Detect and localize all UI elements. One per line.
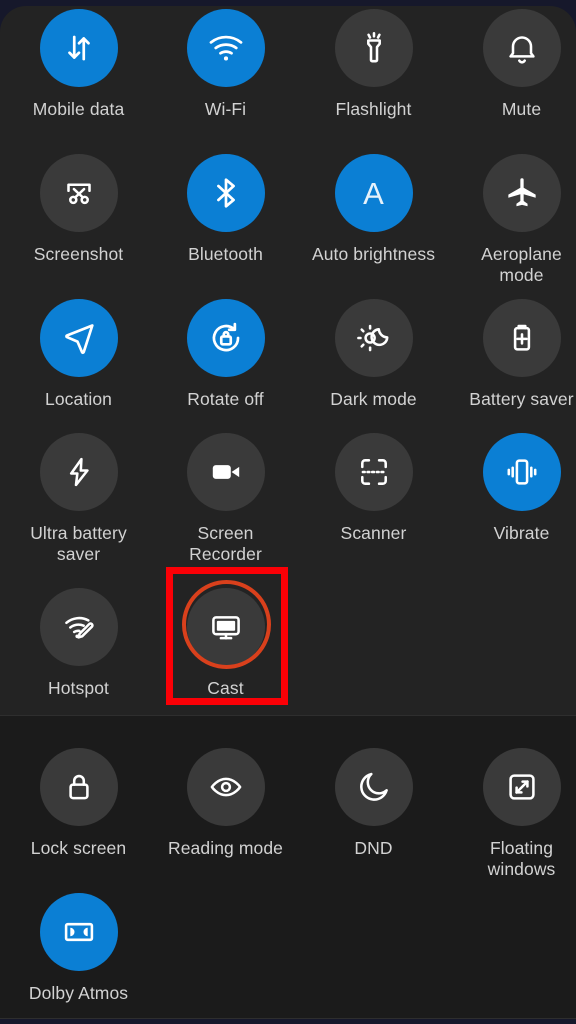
quick-tile-scanner[interactable]: Scanner	[300, 433, 447, 544]
panel-bottom-divider	[0, 1018, 576, 1019]
quick-tile-label: Dolby Atmos	[28, 983, 129, 1003]
quick-tile-label: Ultra battery saver	[30, 523, 127, 564]
quick-tile-screen-recorder[interactable]: Screen Recorder	[152, 433, 299, 565]
quick-tile-reading-mode[interactable]: Reading mode	[152, 748, 299, 859]
quick-tile-battery-saver[interactable]: Battery saver	[448, 299, 576, 410]
moon-icon[interactable]	[334, 748, 413, 826]
quick-tile-flashlight[interactable]: Flashlight	[300, 9, 447, 120]
quick-tile-label: Bluetooth	[188, 244, 263, 264]
dark-mode-icon[interactable]	[334, 299, 413, 377]
airplane-icon[interactable]	[482, 154, 561, 232]
quick-settings-screen: Mobile data Wi-Fi Flashlight Mute Screenshot…	[0, 0, 576, 1024]
quick-tile-dark-mode[interactable]: Dark mode	[300, 299, 447, 410]
quick-tile-label: Location	[45, 389, 112, 409]
quick-settings-panel-secondary: Lock screen Reading mode DND Floating windo…	[0, 715, 576, 1018]
quick-tile-location[interactable]: Location	[5, 299, 152, 410]
mobile-data-icon[interactable]	[39, 9, 118, 87]
flashlight-icon[interactable]	[334, 9, 413, 87]
quick-tile-mobile-data[interactable]: Mobile data	[5, 9, 152, 120]
quick-tile-label: Mobile data	[32, 99, 125, 119]
vibrate-icon[interactable]	[482, 433, 561, 511]
quick-tile-label: Floating windows	[487, 838, 556, 879]
lock-icon[interactable]	[39, 748, 118, 826]
quick-settings-panel-primary: Mobile data Wi-Fi Flashlight Mute Screenshot…	[0, 6, 576, 715]
quick-tile-bluetooth[interactable]: Bluetooth	[152, 154, 299, 265]
quick-tile-label: Mute	[501, 99, 542, 119]
quick-tile-label: Hotspot	[47, 678, 109, 698]
battery-plus-icon[interactable]	[482, 299, 561, 377]
quick-tile-label: Screen Recorder	[189, 523, 262, 564]
quick-tile-label: Aeroplane mode	[481, 244, 562, 285]
quick-tile-label: Reading mode	[167, 838, 284, 858]
quick-tile-dnd[interactable]: DND	[300, 748, 447, 859]
quick-tile-label: Cast	[207, 678, 244, 698]
video-camera-icon[interactable]	[186, 433, 265, 511]
cast-screen-icon[interactable]	[186, 588, 265, 666]
quick-tile-label: Lock screen	[30, 838, 127, 858]
quick-tile-rotate-off[interactable]: Rotate off	[152, 299, 299, 410]
quick-tile-ultra-battery-saver[interactable]: Ultra battery saver	[5, 433, 152, 565]
quick-tile-label: Vibrate	[493, 523, 550, 543]
quick-tile-dolby-atmos[interactable]: Dolby Atmos	[5, 893, 152, 1004]
quick-tile-label: DND	[354, 838, 393, 858]
floating-windows-icon[interactable]	[482, 748, 561, 826]
quick-tile-label: Wi-Fi	[204, 99, 247, 119]
dolby-atmos-icon[interactable]	[39, 893, 118, 971]
screenshot-icon[interactable]	[39, 154, 118, 232]
bolt-icon[interactable]	[39, 433, 118, 511]
quick-tile-aeroplane-mode[interactable]: Aeroplane mode	[448, 154, 576, 286]
quick-tile-label: Battery saver	[469, 389, 574, 409]
quick-tile-label: Auto brightness	[311, 244, 436, 264]
quick-tile-screenshot[interactable]: Screenshot	[5, 154, 152, 265]
rotate-lock-icon[interactable]	[186, 299, 265, 377]
quick-tile-label: Scanner	[340, 523, 407, 543]
wifi-icon[interactable]	[186, 9, 265, 87]
location-arrow-icon[interactable]	[39, 299, 118, 377]
quick-tile-label: Flashlight	[335, 99, 412, 119]
quick-tile-auto-brightness[interactable]: A Auto brightness	[300, 154, 447, 265]
scanner-icon[interactable]	[334, 433, 413, 511]
quick-tile-hotspot[interactable]: Hotspot	[5, 588, 152, 699]
quick-tile-wi-fi[interactable]: Wi-Fi	[152, 9, 299, 120]
quick-tile-vibrate[interactable]: Vibrate	[448, 433, 576, 544]
quick-tile-label: Dark mode	[330, 389, 417, 409]
quick-tile-floating-windows[interactable]: Floating windows	[448, 748, 576, 880]
quick-tile-cast[interactable]: Cast	[152, 588, 299, 699]
auto-brightness-icon[interactable]: A	[334, 154, 413, 232]
quick-tile-mute[interactable]: Mute	[448, 9, 576, 120]
bluetooth-icon[interactable]	[186, 154, 265, 232]
hotspot-icon[interactable]	[39, 588, 118, 666]
quick-tile-label: Screenshot	[33, 244, 124, 264]
quick-tile-label: Rotate off	[187, 389, 264, 409]
eye-icon[interactable]	[186, 748, 265, 826]
bell-icon[interactable]	[482, 9, 561, 87]
quick-tile-lock-screen[interactable]: Lock screen	[5, 748, 152, 859]
